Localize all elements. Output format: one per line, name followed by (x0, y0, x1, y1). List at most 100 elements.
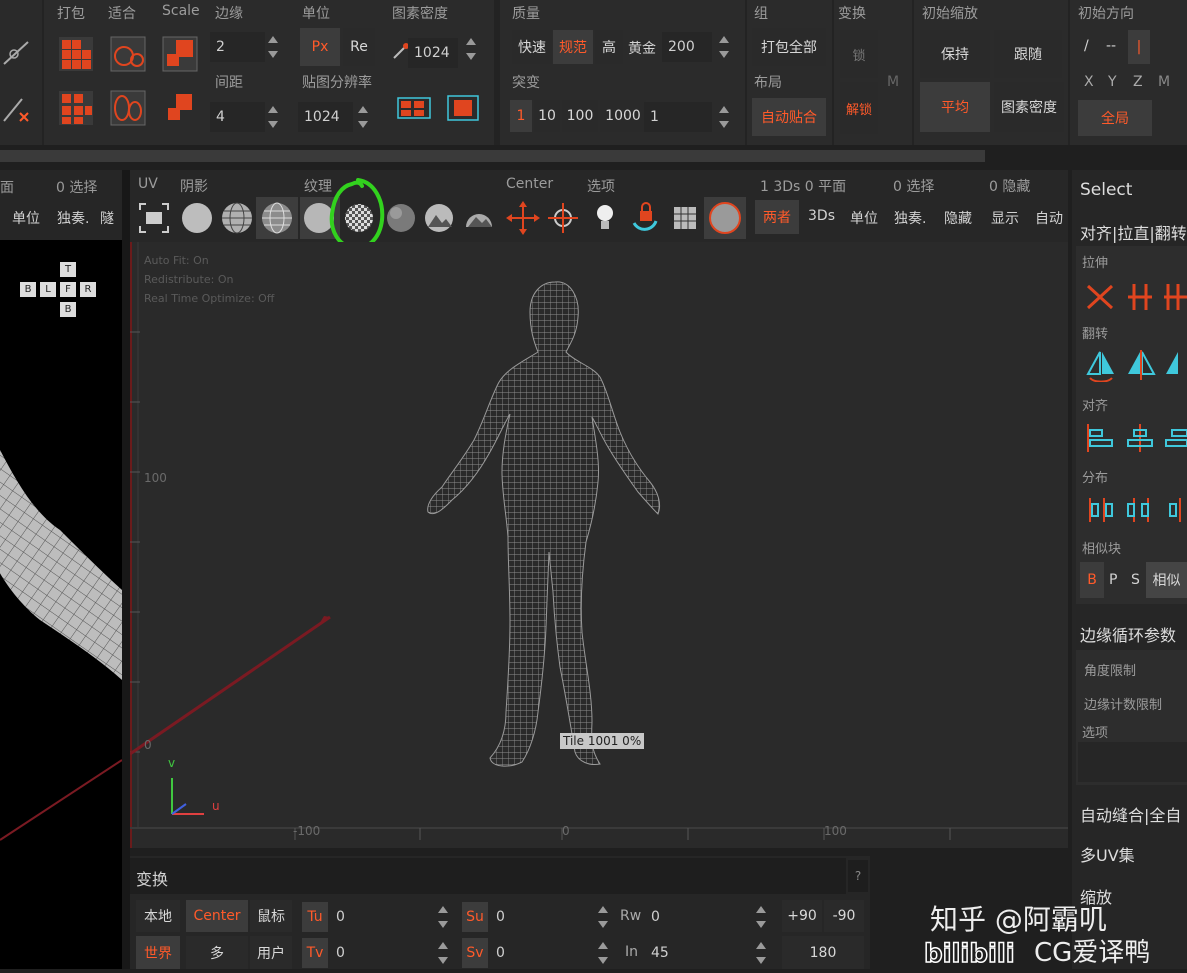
tu-field[interactable]: 0 (330, 902, 430, 932)
quality-field[interactable]: 200 (662, 32, 712, 62)
frame-view-icon[interactable] (136, 200, 172, 236)
align-center-icon[interactable] (1124, 422, 1156, 454)
mutate-1000-button[interactable]: 1000 (600, 100, 646, 132)
both-button[interactable]: 两者 (755, 200, 799, 234)
lock-button[interactable]: 锁 (840, 30, 878, 78)
texel-spinner[interactable] (464, 36, 478, 62)
align-left-icon[interactable] (1084, 422, 1116, 454)
rotate-minus90-button[interactable]: -90 (824, 900, 864, 932)
edge-field[interactable]: 2 (210, 32, 265, 62)
unit-button[interactable]: 单位 (850, 208, 878, 228)
mouse-button[interactable]: 鼠标 (250, 900, 292, 932)
world-button[interactable]: 世界 (136, 936, 180, 969)
rotate-plus90-button[interactable]: +90 (782, 900, 822, 932)
quality-spinner[interactable] (717, 34, 731, 60)
similar-p-button[interactable]: P (1109, 572, 1117, 588)
dir-x-button[interactable]: X (1084, 74, 1094, 90)
stretch-vert-icon[interactable] (1124, 282, 1156, 312)
rotate-180-button[interactable]: 180 (782, 936, 864, 969)
pack-explode-icon[interactable] (58, 90, 94, 126)
follow-button[interactable]: 跟随 (994, 30, 1062, 78)
scale-icon[interactable] (162, 36, 198, 72)
mutate-field[interactable]: 1 (644, 102, 712, 132)
auto-seam-header[interactable]: 自动缝合|全自 (1080, 802, 1181, 826)
left-hide-button[interactable]: 隧 (100, 208, 114, 228)
tv-field[interactable]: 0 (330, 938, 430, 968)
right-tabs[interactable]: 对齐|拉直|翻转 (1080, 220, 1187, 244)
auto-fit-button[interactable]: 自动贴合 (752, 98, 826, 136)
similar-button[interactable]: 相似 (1146, 562, 1187, 598)
cube-top[interactable]: T (60, 262, 76, 277)
left-3d-viewport[interactable]: T B L F R B (0, 240, 122, 969)
pack-all-button[interactable]: 打包全部 (752, 28, 826, 66)
similar-s-button[interactable]: S (1131, 572, 1140, 588)
sv-field[interactable]: 0 (490, 938, 590, 968)
transform-title-bar[interactable] (130, 858, 846, 894)
solo-button[interactable]: 独奏. (894, 208, 926, 228)
scale-small-icon[interactable] (164, 92, 196, 124)
dir-z-button[interactable]: Z (1133, 74, 1143, 90)
spacing-spinner[interactable] (266, 104, 280, 130)
average-button[interactable]: 平均 (920, 82, 990, 132)
local-button[interactable]: 本地 (136, 900, 180, 932)
center-target-icon[interactable] (544, 199, 582, 237)
keep-button[interactable]: 保持 (920, 30, 990, 78)
quality-normal-button[interactable]: 规范 (553, 30, 593, 64)
sv-spinner[interactable] (596, 940, 610, 966)
flip-h-icon[interactable] (1084, 348, 1118, 383)
texel-get-icon[interactable] (446, 92, 480, 124)
lock-rotate-icon[interactable] (626, 199, 664, 237)
cube-left[interactable]: L (40, 282, 56, 297)
cube-front[interactable]: F (60, 282, 76, 297)
spacing-field[interactable]: 4 (210, 102, 265, 132)
map-res-spinner[interactable] (356, 104, 370, 130)
global-button[interactable]: 全局 (1078, 100, 1152, 136)
left-solo-button[interactable]: 独奏. (57, 208, 89, 228)
center-move-icon[interactable] (504, 199, 542, 237)
show-button[interactable]: 显示 (991, 208, 1019, 228)
view-cube[interactable]: T B L F R B (20, 262, 100, 322)
texture-landscape-sphere-icon[interactable] (420, 199, 458, 237)
auto-button[interactable]: 自动 (1035, 208, 1063, 228)
in-spinner[interactable] (754, 940, 768, 966)
3ds-button[interactable]: 3Ds (808, 208, 835, 224)
dir-y-button[interactable]: Y (1108, 74, 1117, 90)
light-bulb-icon[interactable] (588, 199, 622, 237)
multi-uv-header[interactable]: 多UV集 (1080, 842, 1135, 866)
cube-bottom[interactable]: B (60, 302, 76, 317)
shade-wire-shaded-icon[interactable] (258, 199, 296, 237)
distribute-right-icon[interactable] (1164, 494, 1187, 526)
mutate-1-button[interactable]: 1 (510, 100, 532, 132)
rw-spinner[interactable] (754, 904, 768, 930)
su-spinner[interactable] (596, 904, 610, 930)
transform-help-button[interactable]: ? (848, 860, 868, 892)
dir-bar-button[interactable]: | (1128, 30, 1150, 64)
uv-viewport[interactable]: Auto Fit: On Redistribute: On Real Time … (128, 242, 1068, 848)
flip-other-icon[interactable] (1164, 348, 1187, 382)
edge-options-dropdown[interactable] (1078, 742, 1187, 782)
texel-field[interactable]: 1024 (408, 38, 458, 68)
stretch-diag-icon[interactable] (1084, 282, 1116, 312)
mutate-10-button[interactable]: 10 (534, 100, 560, 132)
quality-high-button[interactable]: 高 (595, 30, 623, 64)
distribute-left-icon[interactable] (1084, 494, 1116, 526)
tu-spinner[interactable] (436, 904, 450, 930)
hide-button[interactable]: 隐藏 (944, 208, 972, 228)
unlock-button[interactable]: 解锁 (840, 82, 878, 134)
fit-circles-icon[interactable] (110, 36, 146, 72)
unit-re-button[interactable]: Re (343, 28, 375, 66)
cube-right[interactable]: R (80, 282, 96, 297)
fit-ovals-icon[interactable] (110, 90, 146, 126)
unpin-icon[interactable] (2, 95, 32, 125)
center-button[interactable]: Center (186, 900, 248, 932)
dir-m-button[interactable]: M (1158, 74, 1170, 90)
left-unit-button[interactable]: 单位 (12, 208, 40, 228)
mutate-100-button[interactable]: 100 (562, 100, 598, 132)
user-button[interactable]: 用户 (250, 936, 292, 969)
cube-back[interactable]: B (20, 282, 36, 297)
dir-dash-button[interactable]: -- (1106, 38, 1116, 54)
quality-fast-button[interactable]: 快速 (512, 30, 552, 64)
rw-field[interactable]: 0 (645, 902, 750, 932)
align-right-icon[interactable] (1164, 422, 1187, 454)
grid-icon[interactable] (668, 199, 704, 237)
